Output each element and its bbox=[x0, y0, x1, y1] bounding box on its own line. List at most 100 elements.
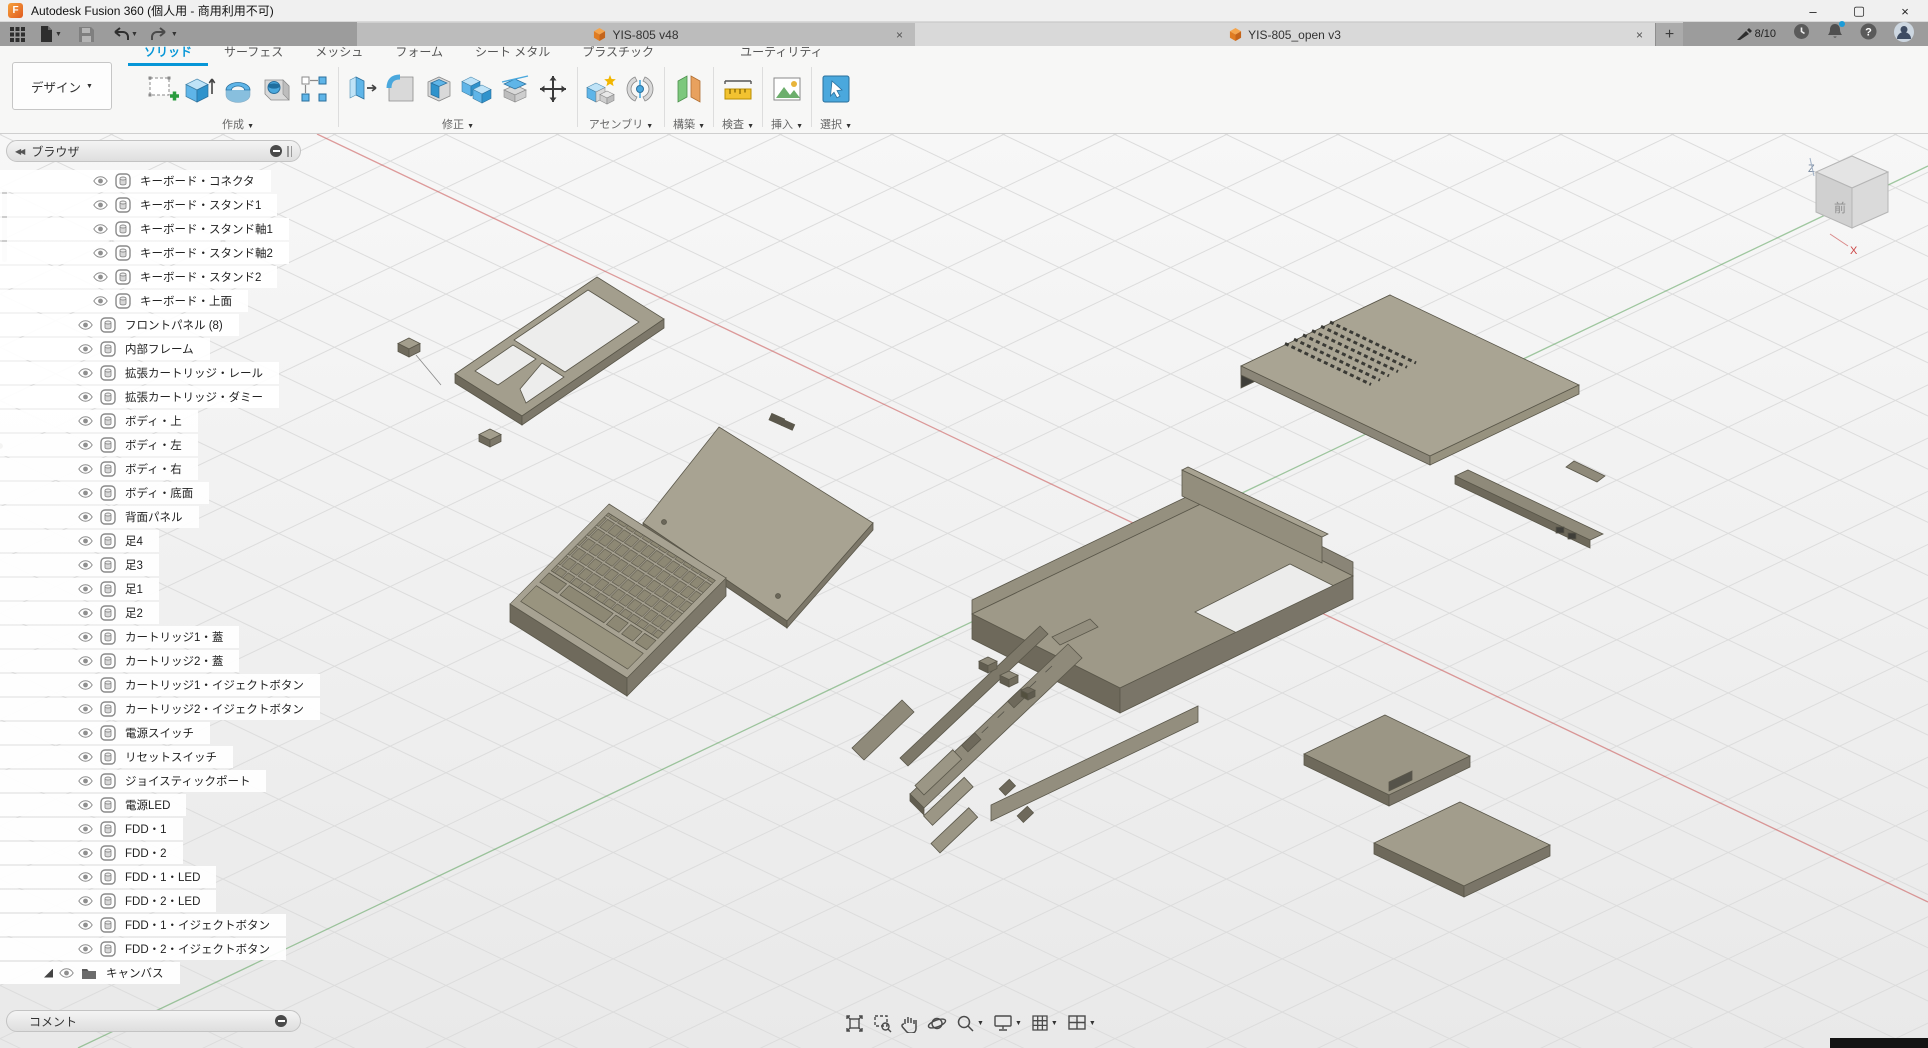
visibility-eye-icon[interactable] bbox=[78, 536, 93, 546]
group-label-create[interactable]: 作成 ▼ bbox=[222, 116, 254, 132]
browser-item[interactable]: ボディ・底面 bbox=[0, 482, 209, 504]
tab-close-icon[interactable]: × bbox=[896, 28, 903, 42]
comment-bar[interactable]: コメント bbox=[6, 1010, 301, 1032]
group-label-select[interactable]: 選択 ▼ bbox=[820, 116, 852, 132]
visibility-eye-icon[interactable] bbox=[93, 224, 108, 234]
browser-item[interactable]: 内部フレーム bbox=[0, 338, 210, 360]
visibility-eye-icon[interactable] bbox=[59, 968, 74, 978]
shell-icon[interactable] bbox=[422, 72, 456, 106]
visibility-eye-icon[interactable] bbox=[78, 872, 93, 882]
browser-item[interactable]: ボディ・上 bbox=[0, 410, 198, 432]
browser-item[interactable]: キーボード・スタンド軸2 bbox=[0, 242, 289, 264]
browser-item[interactable]: キーボード・上面 bbox=[0, 290, 248, 312]
browser-item[interactable]: フロントパネル (8) bbox=[0, 314, 239, 336]
browser-item[interactable]: カートリッジ1・蓋 bbox=[0, 626, 239, 648]
visibility-eye-icon[interactable] bbox=[78, 848, 93, 858]
browser-item[interactable]: カートリッジ1・イジェクトボタン bbox=[0, 674, 320, 696]
browser-item[interactable]: キーボード・スタンド1 bbox=[0, 194, 277, 216]
browser-item[interactable]: 足1 bbox=[0, 578, 159, 600]
zoom-icon[interactable]: ▼ bbox=[956, 1014, 984, 1033]
viewports-icon[interactable]: ▼ bbox=[1067, 1014, 1096, 1032]
minimize-panel-icon[interactable] bbox=[270, 145, 282, 157]
pan-hand-icon[interactable] bbox=[901, 1014, 918, 1033]
browser-item[interactable]: カートリッジ2・イジェクトボタン bbox=[0, 698, 320, 720]
extrude-icon[interactable] bbox=[183, 72, 217, 106]
visibility-eye-icon[interactable] bbox=[78, 704, 93, 714]
zoom-window-icon[interactable] bbox=[873, 1014, 892, 1033]
browser-item[interactable]: キャンバス bbox=[0, 962, 180, 984]
combine-icon[interactable] bbox=[460, 72, 494, 106]
undo-icon[interactable]: ▼ bbox=[111, 27, 138, 41]
revolve-icon[interactable] bbox=[221, 72, 255, 106]
browser-item[interactable]: リセットスイッチ bbox=[0, 746, 233, 768]
collapse-chevrons-icon[interactable]: ◀◀ bbox=[15, 147, 23, 156]
browser-item[interactable]: FDD・2・イジェクトボタン bbox=[0, 938, 286, 960]
browser-item[interactable]: 電源スイッチ bbox=[0, 722, 210, 744]
group-label-modify[interactable]: 修正 ▼ bbox=[442, 116, 474, 132]
new-component-icon[interactable] bbox=[585, 72, 619, 106]
browser-item[interactable]: カートリッジ2・蓋 bbox=[0, 650, 239, 672]
visibility-eye-icon[interactable] bbox=[78, 512, 93, 522]
move-copy-icon[interactable] bbox=[536, 72, 570, 106]
split-body-icon[interactable] bbox=[498, 72, 532, 106]
ribbon-tab-utilities[interactable]: ユーティリティ bbox=[724, 42, 839, 66]
help-icon[interactable]: ? bbox=[1860, 23, 1877, 45]
visibility-eye-icon[interactable] bbox=[78, 896, 93, 906]
visibility-eye-icon[interactable] bbox=[78, 920, 93, 930]
joint-icon[interactable] bbox=[623, 72, 657, 106]
ribbon-tab-mesh[interactable]: メッシュ bbox=[299, 42, 379, 66]
visibility-eye-icon[interactable] bbox=[78, 728, 93, 738]
ribbon-tab-sheetmetal[interactable]: シート メタル bbox=[459, 42, 566, 66]
browser-item[interactable]: FDD・1・イジェクトボタン bbox=[0, 914, 286, 936]
visibility-eye-icon[interactable] bbox=[78, 440, 93, 450]
browser-item[interactable]: キーボード・コネクタ bbox=[0, 170, 271, 192]
visibility-eye-icon[interactable] bbox=[93, 200, 108, 210]
expanded-triangle-icon[interactable] bbox=[44, 969, 53, 978]
browser-item[interactable]: 足3 bbox=[0, 554, 159, 576]
browser-panel-header[interactable]: ◀◀ ブラウザ bbox=[6, 140, 301, 162]
tab-yis805-open-v3[interactable]: YIS-805_open v3 × bbox=[915, 23, 1655, 46]
ribbon-tab-solid[interactable]: ソリッド bbox=[128, 42, 208, 66]
grid-settings-icon[interactable]: ▼ bbox=[1031, 1014, 1058, 1032]
ribbon-tab-plastic[interactable]: プラスチック bbox=[566, 42, 670, 66]
close-button[interactable]: × bbox=[1882, 0, 1928, 22]
visibility-eye-icon[interactable] bbox=[78, 800, 93, 810]
group-label-construct[interactable]: 構築 ▼ bbox=[673, 116, 705, 132]
browser-item[interactable]: 足4 bbox=[0, 530, 159, 552]
visibility-eye-icon[interactable] bbox=[78, 416, 93, 426]
group-label-inspect[interactable]: 検査 ▼ bbox=[722, 116, 754, 132]
display-settings-icon[interactable]: ▼ bbox=[993, 1014, 1022, 1032]
visibility-eye-icon[interactable] bbox=[78, 776, 93, 786]
panel-grip[interactable] bbox=[287, 146, 292, 157]
clock-icon[interactable] bbox=[1793, 23, 1810, 45]
tab-close-icon[interactable]: × bbox=[1636, 28, 1643, 42]
press-pull-icon[interactable] bbox=[346, 72, 380, 106]
fit-icon[interactable] bbox=[845, 1014, 864, 1033]
save-icon[interactable] bbox=[79, 27, 94, 42]
viewport-3d[interactable]: ◀◀ ブラウザ キーボード・コネクタ bbox=[0, 134, 1928, 1048]
hole-icon[interactable] bbox=[259, 72, 293, 106]
browser-item[interactable]: FDD・1 bbox=[0, 818, 183, 840]
browser-item[interactable]: 拡張カートリッジ・レール bbox=[0, 362, 279, 384]
visibility-eye-icon[interactable] bbox=[93, 296, 108, 306]
visibility-eye-icon[interactable] bbox=[93, 176, 108, 186]
visibility-eye-icon[interactable] bbox=[78, 488, 93, 498]
browser-item[interactable]: FDD・1・LED bbox=[0, 866, 216, 888]
minimize-button[interactable]: – bbox=[1790, 0, 1836, 22]
visibility-eye-icon[interactable] bbox=[78, 368, 93, 378]
browser-item[interactable]: FDD・2・LED bbox=[0, 890, 216, 912]
browser-item[interactable]: キーボード・スタンド軸1 bbox=[0, 218, 289, 240]
fillet-icon[interactable] bbox=[384, 72, 418, 106]
avatar[interactable] bbox=[1894, 22, 1914, 47]
visibility-eye-icon[interactable] bbox=[93, 248, 108, 258]
browser-item[interactable]: ジョイスティックポート bbox=[0, 770, 266, 792]
ribbon-tab-form[interactable]: フォーム bbox=[379, 42, 459, 66]
visibility-eye-icon[interactable] bbox=[78, 608, 93, 618]
visibility-eye-icon[interactable] bbox=[78, 560, 93, 570]
visibility-eye-icon[interactable] bbox=[78, 680, 93, 690]
visibility-eye-icon[interactable] bbox=[78, 392, 93, 402]
ribbon-tab-surface[interactable]: サーフェス bbox=[208, 42, 299, 66]
measure-icon[interactable] bbox=[721, 72, 755, 106]
browser-item[interactable]: 拡張カートリッジ・ダミー bbox=[0, 386, 279, 408]
redo-icon[interactable]: ▼ bbox=[151, 27, 178, 41]
